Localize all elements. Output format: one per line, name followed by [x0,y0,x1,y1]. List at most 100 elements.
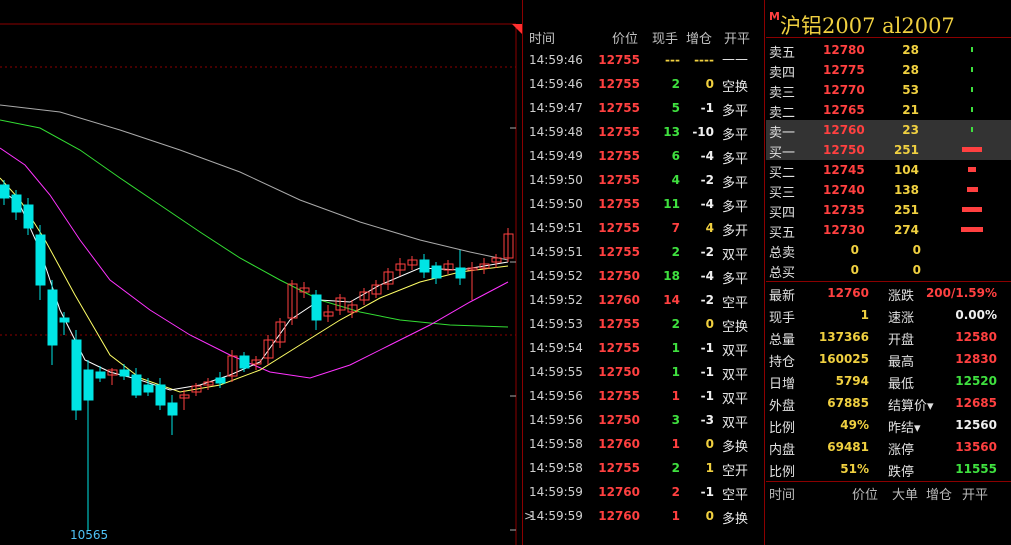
level-bar [971,107,973,112]
candle-body [119,369,130,377]
bid-level[interactable]: 买三 12740 138 [766,180,1011,201]
tick-row[interactable]: 14:59:58 12755 2 1 空开 [524,457,764,481]
tick-row[interactable]: 14:59:58 12760 1 0 多换 [524,433,764,457]
level-bar [971,87,973,92]
stat-value: 12760 [827,286,869,300]
tick-volume: --- [665,53,680,67]
level-label: 买三 [769,186,796,201]
stat-row: 现手 1 速涨 0.00% [766,305,1011,327]
level-price: 12760 [823,123,865,137]
tick-row[interactable]: 14:59:52 12750 18 -4 多平 [524,265,764,289]
header-oi: 增仓 [686,32,713,47]
tick-oi: -1 [700,101,714,115]
tick-row[interactable]: 14:59:52 12760 14 -2 空平 [524,289,764,313]
stat-value: 51% [840,462,869,476]
total-label: 总买 [769,266,796,281]
level-price: 12745 [823,163,865,177]
tick-type: 双平 [722,344,749,359]
level-qty: 28 [902,63,919,77]
total-value-2: 0 [912,243,921,257]
stat-value: 69481 [827,440,869,454]
tick-oi: 0 [705,509,714,523]
tick-row[interactable]: 14:59:54 12755 1 -1 双平 [524,337,764,361]
tick-type: 多换 [722,512,749,527]
tick-volume: 2 [671,461,680,475]
tick-oi: -4 [700,269,714,283]
stat-row: 持仓 160025 最高 12830 [766,349,1011,371]
candle-body [23,204,34,229]
bid-level[interactable]: 买四 12735 251 [766,200,1011,221]
level-qty: 104 [893,163,919,177]
ask-level[interactable]: 卖一 12760 23 [766,120,1011,141]
tick-volume: 11 [663,197,680,211]
tick-type: 双平 [722,368,749,383]
level-bar [971,67,973,72]
tick-price: 12755 [598,221,640,235]
tick-price: 12755 [598,77,640,91]
bid-level[interactable]: 买一 12750 251 [766,140,1011,161]
tick-time: 14:59:59 [529,509,583,523]
tick-row[interactable]: 14:59:56 12750 3 -3 双平 [524,409,764,433]
tick-volume: 1 [671,437,680,451]
tick-row[interactable]: 14:59:53 12755 2 0 空换 [524,313,764,337]
stat-value: 160025 [818,352,869,366]
tick-row[interactable]: 14:59:56 12755 1 -1 双平 [524,385,764,409]
ask-level[interactable]: 卖二 12765 21 [766,100,1011,121]
tick-row[interactable]: 14:59:51 12755 2 -2 双平 [524,241,764,265]
level-bar [962,147,982,152]
candle-body [167,402,178,416]
tick-time: 14:59:50 [529,173,583,187]
tick-list[interactable]: 时间 价位 现手 增仓 开平 14:59:46 12755 --- ---- —— 14:… [524,0,764,527]
level-label: 卖四 [769,66,796,81]
tick-row[interactable]: 14:59:49 12755 6 -4 多平 [524,145,764,169]
tick-row[interactable]: 14:59:48 12755 13 -10 多平 [524,121,764,145]
stat-value-2: 13560 [955,440,997,454]
tick-price: 12755 [598,149,640,163]
stat-label-2[interactable]: 昨结▾ [888,417,921,436]
tick-price: 12760 [598,509,640,523]
stat-label-2[interactable]: 结算价▾ [888,395,934,414]
tick-row[interactable]: 14:59:50 12755 4 -2 多平 [524,169,764,193]
bheader-big: 大单 [892,488,919,503]
tick-time: 14:59:53 [529,317,583,331]
stat-row: 总量 137366 开盘 12580 [766,327,1011,349]
tick-oi: -10 [692,125,714,139]
tick-row[interactable]: 14:59:55 12750 1 -1 双平 [524,361,764,385]
tick-price: 12755 [598,101,640,115]
candle-body [455,267,466,279]
ask-level[interactable]: 卖四 12775 28 [766,60,1011,81]
row-cursor: > [524,509,535,523]
level-price: 12765 [823,103,865,117]
tick-price: 12755 [598,341,640,355]
level-label: 买二 [769,166,796,181]
stat-label: 现手 [769,311,796,326]
tick-row[interactable]: 14:59:46 12755 2 0 空换 [524,73,764,97]
tick-row[interactable]: 14:59:50 12755 11 -4 多平 [524,193,764,217]
tick-type: 空平 [722,296,749,311]
tick-volume: 2 [671,245,680,259]
bid-level[interactable]: 买五 12730 274 [766,220,1011,241]
tick-time: 14:59:49 [529,149,583,163]
stat-value-2: 12830 [955,352,997,366]
ask-level[interactable]: 卖五 12780 28 [766,40,1011,61]
ask-level[interactable]: 卖三 12770 53 [766,80,1011,101]
tick-row[interactable]: 14:59:46 12755 --- ---- —— [524,49,764,73]
candle-body [215,377,226,384]
tick-price: 12755 [598,389,640,403]
tick-row[interactable]: 14:59:59 12760 1 0 多换 [524,505,764,529]
divider [522,0,523,545]
level-qty: 23 [902,123,919,137]
candlestick-chart[interactable]: 10565 [0,0,522,545]
level-qty: 138 [893,183,919,197]
level-label: 买一 [769,146,796,161]
tick-row[interactable]: 14:59:51 12755 7 4 多开 [524,217,764,241]
stat-label: 最新 [769,289,796,304]
tick-row[interactable]: 14:59:47 12755 5 -1 多平 [524,97,764,121]
stat-row: 比例 51% 跌停 11555 [766,459,1011,481]
stat-label: 比例 [769,465,796,480]
tick-volume: 2 [671,317,680,331]
bid-level[interactable]: 买二 12745 104 [766,160,1011,181]
candle-body [143,384,154,393]
tick-row[interactable]: 14:59:59 12760 2 -1 空平 [524,481,764,505]
chart-canvas[interactable] [0,0,522,545]
